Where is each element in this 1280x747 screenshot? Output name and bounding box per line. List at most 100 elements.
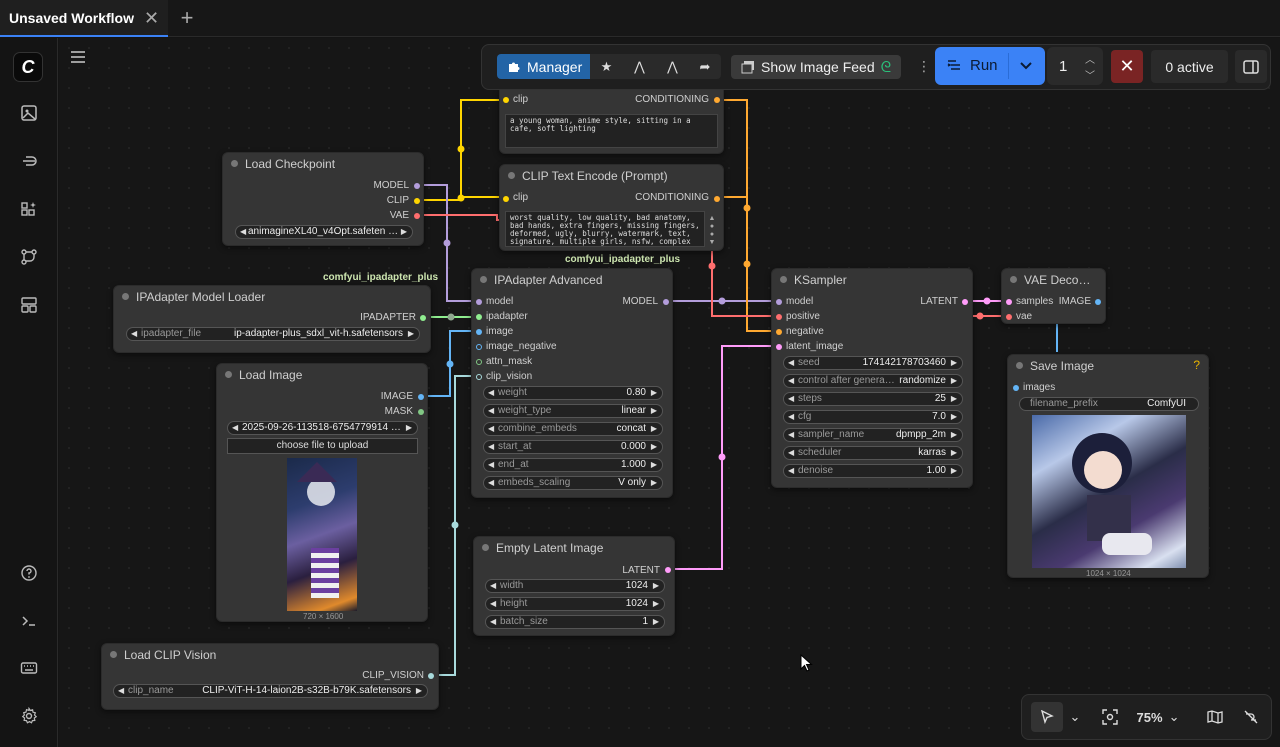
node-title[interactable]: IPAdapter Advanced <box>472 269 672 291</box>
toggle-panel-button[interactable] <box>1235 50 1267 83</box>
help-icon[interactable] <box>16 560 42 586</box>
slot-dot[interactable] <box>663 299 669 305</box>
node-title[interactable]: Load CLIP Vision <box>102 644 438 666</box>
slot-dot[interactable] <box>1095 299 1101 305</box>
filename-prefix-widget[interactable]: filename_prefix ComfyUI <box>1019 397 1199 411</box>
node-title[interactable]: Load Image <box>217 364 427 386</box>
ipadapter-model-loader-node[interactable]: IPAdapter Model Loader IPADAPTER ◀ ipada… <box>113 285 431 353</box>
control-after-generate-widget[interactable]: ◀ control after genera… randomize ▶ <box>783 374 963 388</box>
active-queue-button[interactable]: 0 active <box>1151 50 1228 83</box>
zoom-dropdown[interactable]: 75% ⌄ <box>1130 702 1186 732</box>
node-title[interactable]: CLIP Text Encode (Prompt) <box>500 165 723 187</box>
denoise-widget[interactable]: ◀ denoise 1.00 ▶ <box>783 464 963 478</box>
slot-dot[interactable] <box>414 183 420 189</box>
slot-dot[interactable] <box>476 374 482 380</box>
slot-dot[interactable] <box>1006 314 1012 320</box>
images-icon[interactable] <box>16 100 42 126</box>
save-image-node[interactable]: Save Image ? images filename_prefix Comfy… <box>1007 354 1209 578</box>
new-tab-button[interactable]: + <box>176 7 198 30</box>
slot-dot[interactable] <box>476 299 482 305</box>
prompt-textarea[interactable]: a young woman, anime style, sitting in a… <box>505 114 718 148</box>
node-title[interactable]: Empty Latent Image <box>474 537 674 559</box>
help-badge[interactable]: ? <box>1193 358 1200 372</box>
slot-dot[interactable] <box>776 344 782 350</box>
ipadapter-advanced-node[interactable]: IPAdapter Advanced MODEL model ipadapter… <box>471 268 673 498</box>
combine-embeds-widget[interactable]: ◀ combine_embeds concat ▶ <box>483 422 663 436</box>
slot-dot[interactable] <box>1006 299 1012 305</box>
steps-widget[interactable]: ◀ steps 25 ▶ <box>783 392 963 406</box>
weight-widget[interactable]: ◀ weight 0.80 ▶ <box>483 386 663 400</box>
load-image-node[interactable]: Load Image IMAGE MASK ◀ 2025-09-26-11351… <box>216 363 428 622</box>
slot-dot[interactable] <box>714 196 720 202</box>
nodes-library-icon[interactable] <box>16 148 42 174</box>
slot-dot[interactable] <box>476 314 482 320</box>
batch-size-widget[interactable]: ◀ batch_size 1 ▶ <box>485 615 665 629</box>
fit-view-button[interactable] <box>1097 702 1123 732</box>
show-image-feed-button[interactable]: Show Image Feed ᘓ <box>731 55 901 79</box>
slot-dot[interactable] <box>414 213 420 219</box>
arrow-right-icon[interactable]: ▶ <box>406 422 412 434</box>
toggle-links-button[interactable] <box>1239 702 1263 732</box>
slot-dot[interactable] <box>418 409 424 415</box>
slot-dot[interactable] <box>503 196 509 202</box>
select-mode-button[interactable] <box>1031 702 1063 732</box>
ksampler-node[interactable]: KSampler LATENT model positive negative … <box>771 268 973 488</box>
star-button[interactable]: ★ <box>590 54 623 79</box>
cfg-widget[interactable]: ◀ cfg 7.0 ▶ <box>783 410 963 424</box>
slot-dot[interactable] <box>503 97 509 103</box>
load-checkpoint-node[interactable]: Load Checkpoint MODEL CLIP VAE ◀ animagi… <box>222 152 424 246</box>
node-title[interactable]: KSampler <box>772 269 972 291</box>
share-button[interactable]: ➦ <box>689 54 721 79</box>
comfy-logo[interactable]: C <box>13 52 43 82</box>
slot-dot[interactable] <box>1013 385 1019 391</box>
arrow-left-icon[interactable]: ◀ <box>240 226 246 238</box>
manager-button[interactable]: Manager <box>497 54 590 79</box>
vae-decode-node[interactable]: VAE Deco… samples vae IMAGE <box>1001 268 1106 324</box>
arrow-right-icon[interactable]: ▶ <box>416 685 422 697</box>
scheduler-widget[interactable]: ◀ scheduler karras ▶ <box>783 446 963 460</box>
arrow-left-icon[interactable]: ◀ <box>131 328 137 340</box>
workflows-icon[interactable] <box>16 244 42 270</box>
arrow-left-icon[interactable]: ◀ <box>118 685 124 697</box>
weight-type-widget[interactable]: ◀ weight_type linear ▶ <box>483 404 663 418</box>
slot-dot[interactable] <box>414 198 420 204</box>
templates-icon[interactable] <box>16 292 42 318</box>
clip-name-combo[interactable]: ◀ clip_name CLIP-ViT-H-14-laion2B-s32B-b… <box>113 684 428 698</box>
clip-text-encode-negative-node[interactable]: CLIP Text Encode (Prompt) clip CONDITION… <box>499 164 724 251</box>
width-widget[interactable]: ◀ width 1024 ▶ <box>485 579 665 593</box>
prompt-textarea[interactable]: worst quality, low quality, bad anatomy,… <box>505 211 705 247</box>
load-clip-vision-node[interactable]: Load CLIP Vision CLIP_VISION ◀ clip_name… <box>101 643 439 710</box>
node-manager-button[interactable]: ⋀ <box>656 54 689 79</box>
ipadapter-file-combo[interactable]: ◀ ipadapter_file ip-adapter-plus_sdxl_vi… <box>126 327 420 341</box>
clip-text-encode-positive-node[interactable]: clip CONDITIONING a young woman, anime s… <box>499 90 724 154</box>
terminal-icon[interactable] <box>16 608 42 634</box>
height-widget[interactable]: ◀ height 1024 ▶ <box>485 597 665 611</box>
cancel-run-button[interactable]: ✕ <box>1111 50 1143 83</box>
slot-dot[interactable] <box>776 299 782 305</box>
node-title[interactable]: Save Image <box>1008 355 1208 377</box>
keyboard-icon[interactable] <box>16 655 42 681</box>
slot-dot[interactable] <box>776 314 782 320</box>
end-at-widget[interactable]: ◀ end_at 1.000 ▶ <box>483 458 663 472</box>
menu-icon[interactable] <box>70 50 88 66</box>
slot-dot[interactable] <box>476 329 482 335</box>
slot-dot[interactable] <box>776 329 782 335</box>
slot-dot[interactable] <box>962 299 968 305</box>
empty-latent-image-node[interactable]: Empty Latent Image LATENT ◀ width 1024 ▶ ◀ h… <box>473 536 675 636</box>
minimap-button[interactable] <box>1203 702 1227 732</box>
close-tab-icon[interactable]: ✕ <box>144 9 159 27</box>
embeds-scaling-widget[interactable]: ◀ embeds_scaling V only ▶ <box>483 476 663 490</box>
arrow-right-icon[interactable]: ▶ <box>401 226 407 238</box>
tab-unsaved-workflow[interactable]: Unsaved Workflow ✕ <box>0 0 168 37</box>
node-title[interactable]: IPAdapter Model Loader <box>114 286 430 308</box>
slot-dot[interactable] <box>665 567 671 573</box>
run-button[interactable]: Run <box>935 47 1045 85</box>
model-manager-button[interactable]: ⋀ <box>623 54 656 79</box>
queue-count-stepper[interactable]: 1 ︿ ﹀ <box>1047 47 1103 85</box>
seed-widget[interactable]: ◀ seed 174142178703460 ▶ <box>783 356 963 370</box>
settings-gear-icon[interactable] <box>16 703 42 729</box>
mode-dropdown[interactable]: ⌄ <box>1066 702 1084 732</box>
ckpt-name-combo[interactable]: ◀ animagineXL40_v4Opt.safeten … ▶ <box>235 225 413 239</box>
slot-dot[interactable] <box>714 97 720 103</box>
image-file-combo[interactable]: ◀ 2025-09-26-113518-6754779914 … ▶ <box>227 421 418 435</box>
